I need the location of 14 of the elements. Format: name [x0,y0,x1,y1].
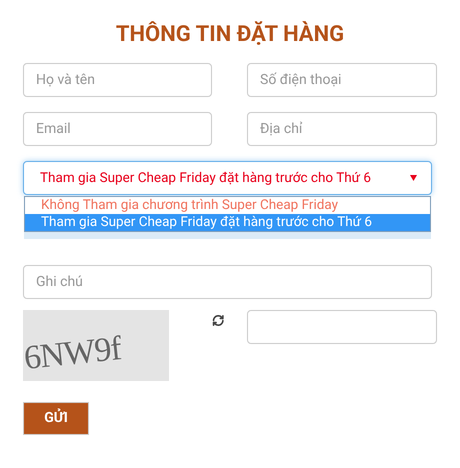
dropdown-caret-icon [410,175,417,181]
input-field[interactable]: Số điện thoại [247,63,437,97]
captcha-image: 6NW9f [23,310,169,381]
submit-button[interactable]: GỬI [23,402,89,435]
dropdown-option[interactable]: Không Tham gia chương trình Super Cheap Friday [25,197,430,214]
input-field[interactable]: Địa chỉ [247,112,437,146]
input-field[interactable]: Ghi chú [23,265,432,299]
dropdown-option[interactable]: Tham gia Super Cheap Friday đặt hàng trước cho Thứ 6 [25,214,430,231]
program-select[interactable]: Tham gia Super Cheap Friday đặt hàng trước cho Thứ 6 [23,161,432,195]
input-field[interactable]: Email [23,112,212,146]
input-field[interactable]: Họ và tên [23,63,212,97]
captcha-input[interactable] [247,310,437,344]
form-title: THÔNG TIN ĐẶT HÀNG [114,20,346,49]
refresh-icon[interactable] [212,314,224,327]
